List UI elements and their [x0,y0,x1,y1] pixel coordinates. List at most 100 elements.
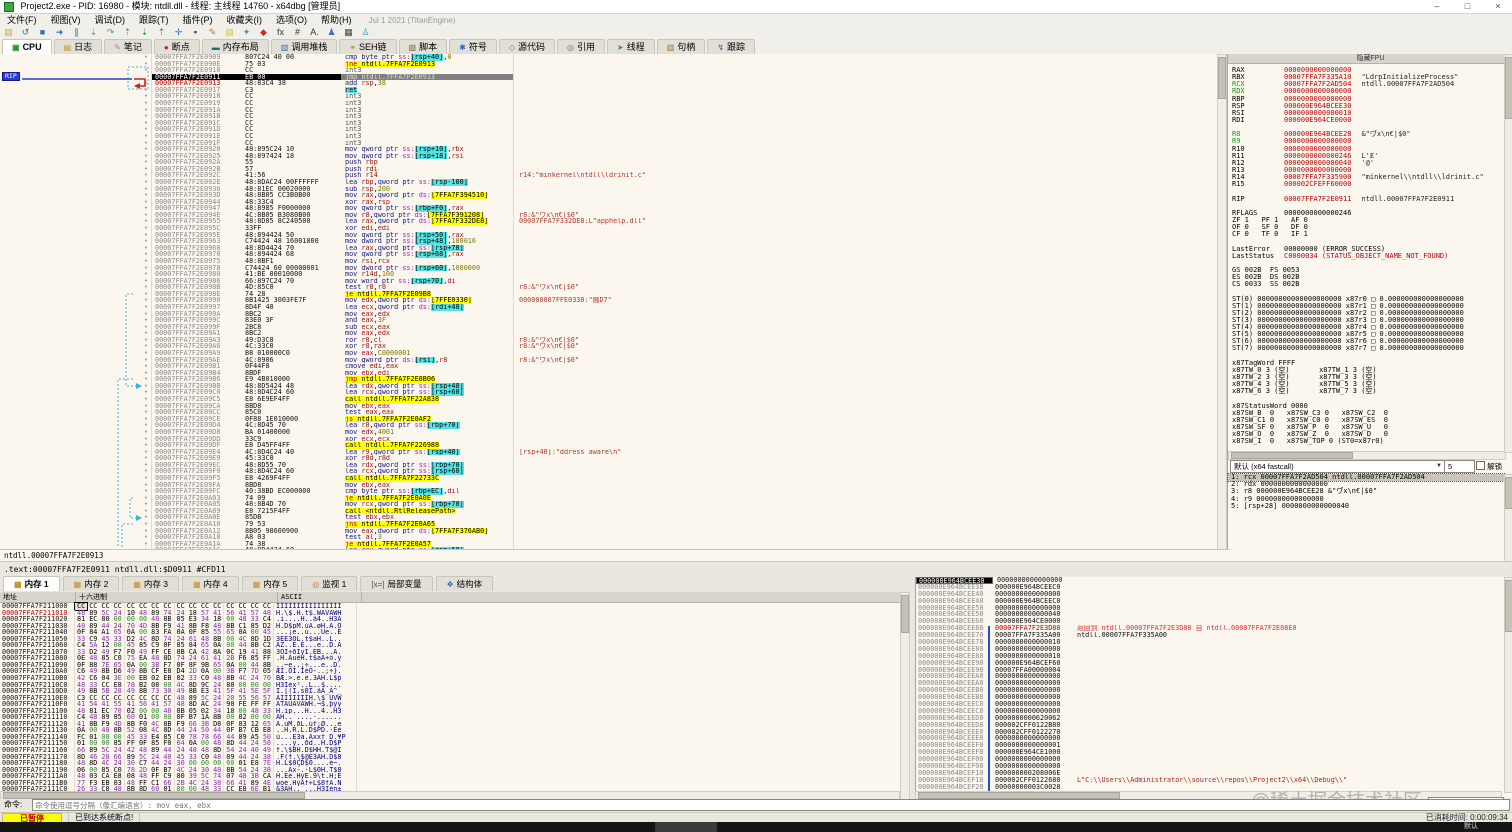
font-icon[interactable]: A. [306,26,323,39]
dump-tab-内存 1[interactable]: ▦ 内存 1 [3,576,60,591]
menu-选项(O)[interactable]: 选项(O) [269,14,314,26]
run-to-user-icon[interactable]: ⇣ [136,26,153,39]
help-icon[interactable]: ♙ [357,26,374,39]
command-input[interactable] [32,799,1510,811]
close-button[interactable]: × [1484,0,1512,12]
registers-hscrollbar[interactable] [1228,451,1506,460]
open-file-icon[interactable]: ▤ [0,26,17,39]
arg-depth-spinner[interactable]: 5 [1444,460,1475,473]
step-out-icon[interactable]: ⇡ [119,26,136,39]
dump-col-address[interactable]: 地址 [0,592,76,602]
tab-引用[interactable]: ◎ 引用 [557,39,606,54]
windows-taskbar[interactable]: 默认 [0,822,1512,832]
breakpoint-toolbar-icon[interactable]: ▪ [187,26,204,39]
register-line[interactable]: R9 0000000000000000 [1232,138,1512,145]
dump-tab-内存 2[interactable]: ▦ 内存 2 [62,576,120,591]
dump-tab-内存 5[interactable]: ▦ 内存 5 [241,576,299,591]
disassembly-panel[interactable]: • 00007FFA7F2E0909 807C24 40 00 cmp byte pt… [0,54,1227,549]
stack-panel[interactable]: 000000E964BCEE30 0000000000000000 000000E9… [915,577,1512,798]
脚本-icon: ▧ [408,43,417,52]
tab-脚本[interactable]: ▧ 脚本 [398,39,448,54]
menu-帮助(H)[interactable]: 帮助(H) [314,14,359,26]
dump-tab-结构体[interactable]: ❖ 结构体 [435,576,494,591]
unlock-checkbox[interactable]: 解锁 [1476,461,1502,472]
comment-icon[interactable]: ✦ [238,26,255,39]
menu-插件(P)[interactable]: 插件(P) [176,14,220,26]
日志-icon: ▤ [63,43,72,52]
animate-icon[interactable]: ✛ [170,26,187,39]
taskbar-app-button[interactable] [655,822,717,832]
dump-col-ascii[interactable]: ASCII [278,592,362,602]
dump-tab-局部变量[interactable]: [x=] 局部变量 [360,576,433,591]
tab-跟踪[interactable]: ↯ 跟踪 [707,39,756,54]
register-line[interactable]: x87SW_I 0 x87SW_TOP 0 (ST0=x87r0) [1232,438,1512,445]
线程-icon: ➤ [617,43,624,52]
dump-col-hex[interactable]: 十六进制 [76,592,278,602]
register-line[interactable]: CS 0033 SS 002B [1232,281,1512,288]
menu-收藏夹(I)[interactable]: 收藏夹(I) [220,14,270,26]
register-line[interactable]: RCX 00007FFA7F2AD504 ntdll.00007FFA7F2AD50… [1232,81,1512,88]
update-icon[interactable]: ♟ [323,26,340,39]
menu-视图(V)[interactable]: 视图(V) [44,14,88,26]
register-line[interactable] [1232,203,1512,210]
tab-调用堆栈[interactable]: ▥ 调用堆栈 [270,39,338,54]
stop-icon[interactable]: ■ [34,26,51,39]
fx-icon[interactable]: fx [272,26,289,39]
tab-内存布局[interactable]: ▬ 内存布局 [201,39,269,54]
tab-句柄[interactable]: ▥ 句柄 [656,39,706,54]
tab-笔记[interactable]: ✎ 笔记 [104,39,152,54]
run-icon[interactable]: ➜ [51,26,68,39]
dump-scrollbar[interactable] [900,592,910,800]
step-into-icon[interactable]: ⇣ [85,26,102,39]
maximize-button[interactable]: □ [1453,0,1481,12]
calc-icon[interactable]: ▦ [340,26,357,39]
pause-icon[interactable]: ∥ [68,26,85,39]
tab-断点[interactable]: ● 断点 [153,39,200,54]
tab-符号[interactable]: ✱ 符号 [449,39,497,54]
eraser-icon[interactable]: ◆ [255,26,272,39]
step-back-icon[interactable]: ⇡ [153,26,170,39]
register-line[interactable]: x87TW_6 3 (空) x87TW_7 3 (空) [1232,388,1512,395]
tab-源代码[interactable]: ◇ 源代码 [498,39,556,54]
tab-线程[interactable]: ➤ 线程 [607,39,655,54]
call-argument-row[interactable]: 5: [rsp+28] 0000000000000040 [1228,502,1504,510]
register-line[interactable]: R14 00007FFA7F335900 "minkernel\\ntdll\\ld… [1232,173,1512,181]
registers-scrollbar[interactable] [1504,54,1512,453]
register-line[interactable]: RIP 00007FFA7F2E0911 ntdll.00007FFA7F2E091… [1232,195,1512,203]
register-line[interactable]: R8 000000E964BCEE28 &"ヷx\n€|$0" [1232,131,1512,138]
pencil-icon[interactable]: ✎ [204,26,221,39]
patch-icon[interactable]: ▤ [221,26,238,39]
hash-icon[interactable]: # [289,26,306,39]
step-over-icon[interactable]: ↷ [102,26,119,39]
disasm-scrollbar[interactable] [1217,54,1227,551]
minimize-button[interactable]: – [1423,0,1451,12]
stack-frame-bracket [988,626,990,798]
register-line[interactable]: R15 000002CFEFF60000 [1232,181,1512,188]
menu-调试(D)[interactable]: 调试(D) [88,14,133,26]
tab-日志[interactable]: ▤ 日志 [53,39,103,54]
menu-文件(F)[interactable]: 文件(F) [0,14,44,26]
结构体-icon: ❖ [446,580,454,589]
register-line[interactable]: CF 0 TF 0 IF 1 [1232,231,1512,238]
register-line[interactable]: LastStatus C0000034 (STATUS_OBJECT_NAME_N… [1232,252,1512,260]
dump-tab-内存 4[interactable]: ▦ 内存 4 [181,576,239,591]
stack-scrollbar[interactable] [1504,577,1512,793]
tab-SEH链[interactable]: ⚭ SEH链 [339,39,397,54]
tab-CPU[interactable]: ▣ CPU [2,39,52,54]
memory-dump-panel[interactable]: 地址 十六进制 ASCII 00007FFA7F211000 CC CC CC CC CC… [0,592,908,792]
dump-tab-内存 3[interactable]: ▦ 内存 3 [122,576,179,591]
restart-icon[interactable]: ↺ [17,26,34,39]
hide-fpu-header[interactable]: 隐藏FPU [1228,54,1512,64]
register-line[interactable]: RDX 0000000000000000 [1232,88,1512,95]
内存 3-icon: ▦ [133,580,141,589]
chevron-down-icon: ▼ [1436,463,1442,469]
register-line[interactable]: ST(7) 00000000000000000000 x87r7 □ 0.000… [1232,345,1512,352]
register-line[interactable]: RBP 0000000000000000 [1232,95,1512,103]
calling-convention-select[interactable]: 默认 (x64 fastcall) ▼ [1230,460,1445,473]
register-line[interactable]: RDI 000000E964CE0000 [1232,116,1512,124]
register-line[interactable]: R12 0000000000000040 '@' [1232,159,1512,167]
register-line[interactable]: RSI 0000000000000010 [1232,109,1512,117]
dump-tab-监视 1[interactable]: ◎ 监视 1 [301,576,358,591]
menu-跟踪(T)[interactable]: 跟踪(T) [132,14,176,26]
register-line[interactable]: RSP 000000E964BCEE30 [1232,102,1512,110]
